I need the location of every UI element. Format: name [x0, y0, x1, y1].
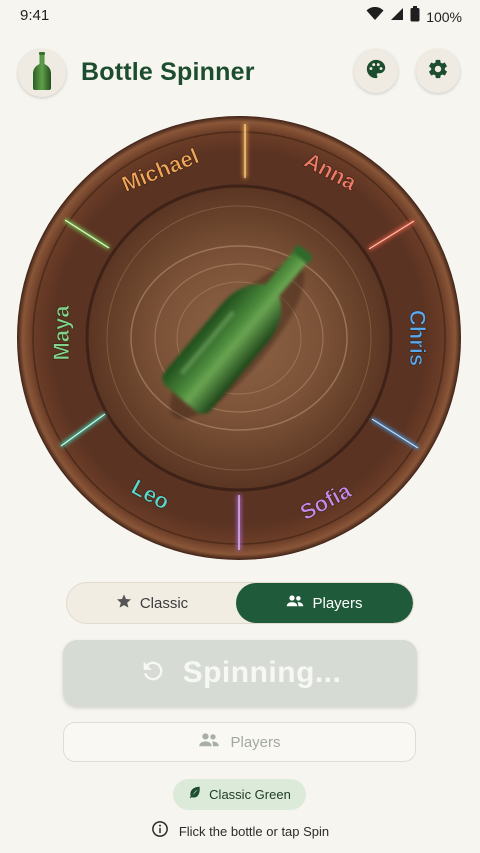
hint-row: Flick the bottle or tap Spin — [0, 820, 480, 843]
app-title: Bottle Spinner — [81, 58, 255, 86]
mode-players-option[interactable]: Players — [236, 583, 413, 623]
spin-button[interactable]: Spinning... — [63, 640, 417, 706]
gear-icon — [427, 58, 449, 85]
palette-icon — [365, 58, 387, 85]
players-button[interactable]: Players — [63, 722, 416, 762]
theme-chip[interactable]: Classic Green — [173, 779, 306, 810]
settings-button[interactable] — [416, 49, 460, 93]
status-time: 9:41 — [20, 7, 50, 24]
info-icon — [151, 820, 169, 843]
wifi-icon — [366, 6, 384, 26]
battery-icon — [410, 6, 420, 27]
mode-toggle: Classic Players — [66, 582, 414, 624]
player-label-chris: Chris — [405, 310, 430, 366]
status-bar: 9:41 100% — [0, 0, 480, 32]
app-logo — [18, 49, 66, 97]
battery-percent: 100% — [426, 8, 462, 25]
players-button-label: Players — [230, 733, 281, 751]
status-icons: 100% — [366, 6, 462, 27]
spinner-wheel[interactable]: Michael Anna Chris Sofia Leo Maya — [17, 108, 461, 568]
player-label-maya: Maya — [49, 305, 74, 361]
people-icon — [286, 594, 304, 612]
signal-icon — [390, 7, 404, 26]
mode-classic-label: Classic — [139, 594, 189, 612]
app-bar: Bottle Spinner — [0, 44, 480, 102]
star-icon — [116, 593, 132, 613]
leaf-icon — [188, 785, 202, 804]
spin-button-label: Spinning... — [182, 656, 342, 689]
hint-text: Flick the bottle or tap Spin — [178, 823, 330, 839]
mode-players-label: Players — [312, 594, 363, 612]
people-icon — [198, 732, 220, 753]
palette-button[interactable] — [354, 49, 398, 93]
theme-chip-label: Classic Green — [209, 787, 291, 802]
refresh-icon — [139, 657, 167, 690]
mode-classic-option[interactable]: Classic — [67, 583, 237, 623]
bottle-icon — [31, 51, 53, 96]
